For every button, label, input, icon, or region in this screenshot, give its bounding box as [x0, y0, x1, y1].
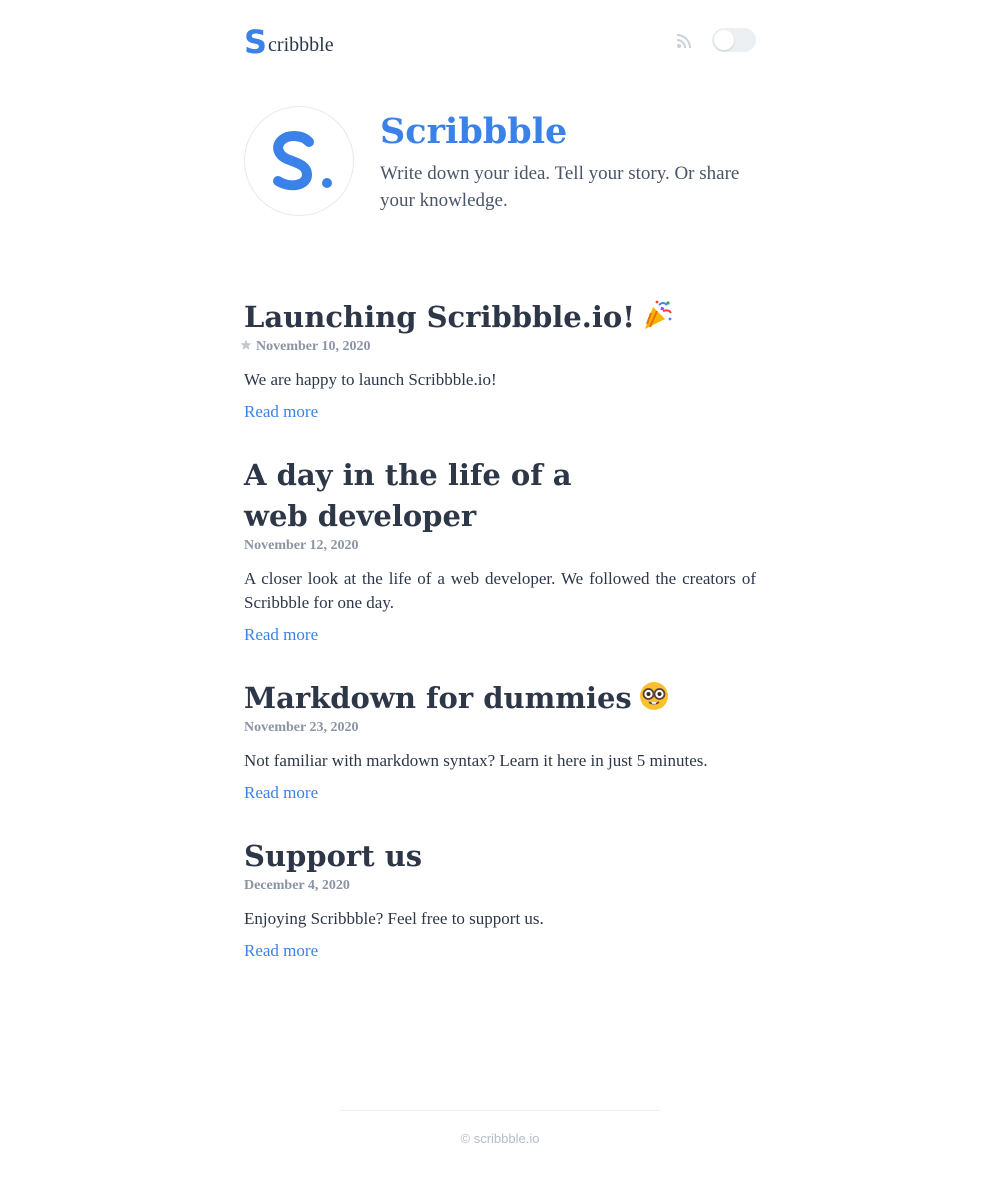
scribbble-logo-icon — [273, 131, 332, 191]
post-summary: A closer look at the life of a web devel… — [244, 569, 756, 612]
post-summary: Not familiar with markdown syntax? Learn… — [244, 751, 708, 770]
logo-letter: S — [244, 23, 268, 61]
post-title[interactable]: Markdown for dummies — [244, 678, 756, 719]
theme-toggle[interactable] — [712, 28, 756, 52]
read-more-link[interactable]: Read more — [244, 781, 318, 805]
post-title[interactable]: A day in the life of a web developer — [244, 455, 644, 537]
read-more-link[interactable]: Read more — [244, 400, 318, 424]
top-bar: S cribbble — [244, 22, 756, 62]
post-summary: We are happy to launch Scribbble.io! — [244, 370, 497, 389]
footer-copyright[interactable]: © scribbble.io — [0, 1131, 1000, 1146]
toggle-knob — [714, 30, 734, 50]
site-title[interactable]: Scribbble — [380, 110, 567, 154]
post-item: Support us December 4, 2020 Enjoying Scr… — [244, 836, 756, 963]
post-date: November 23, 2020 — [244, 720, 359, 735]
read-more-link[interactable]: Read more — [244, 939, 318, 963]
site-avatar — [244, 106, 354, 216]
footer-divider — [340, 1110, 660, 1111]
post-date: November 10, 2020 — [240, 338, 756, 356]
post-summary: Enjoying Scribbble? Feel free to support… — [244, 909, 544, 928]
post-item: Launching Scribbble.io! November 10, 202… — [240, 297, 756, 424]
post-title[interactable]: Support us — [244, 836, 756, 877]
post-item: Markdown for dummies November 23, 2020 N… — [244, 678, 756, 805]
logo-text: cribbble — [268, 34, 334, 56]
site-logo[interactable]: S cribbble — [244, 23, 334, 61]
pinned-star-icon — [240, 339, 252, 351]
read-more-link[interactable]: Read more — [244, 623, 318, 647]
post-date: November 12, 2020 — [244, 538, 359, 553]
post-date: December 4, 2020 — [244, 878, 350, 893]
post-title[interactable]: Launching Scribbble.io! — [244, 297, 756, 338]
nerd-face-icon — [638, 680, 670, 712]
party-popper-icon — [641, 299, 673, 331]
rss-icon[interactable] — [676, 33, 692, 49]
post-item: A day in the life of a web developer Nov… — [244, 455, 756, 647]
site-tagline: Write down your idea. Tell your story. O… — [380, 163, 740, 211]
